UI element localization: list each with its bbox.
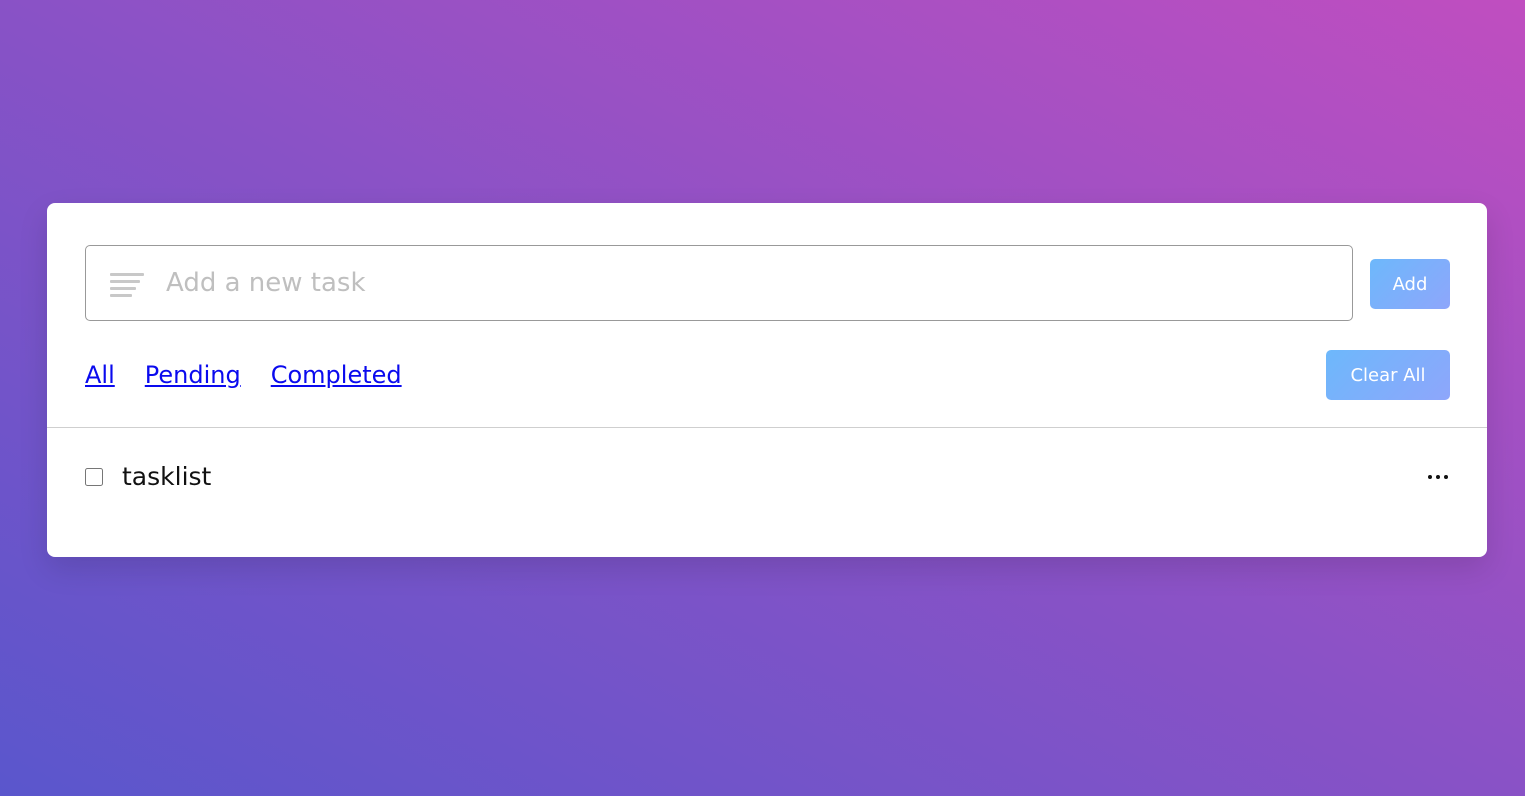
clear-all-button[interactable]: Clear All: [1326, 350, 1450, 400]
filter-pending-link[interactable]: Pending: [145, 357, 241, 393]
more-horizontal-icon[interactable]: [1428, 475, 1450, 481]
todo-card: Add All Pending Completed Clear All task…: [47, 203, 1487, 557]
task-name: tasklist: [122, 462, 212, 491]
filter-tabs: All Pending Completed: [85, 357, 402, 393]
filter-all-link[interactable]: All: [85, 357, 115, 393]
task-checkbox[interactable]: [85, 468, 103, 486]
menu-lines-icon: [110, 273, 144, 297]
add-button[interactable]: Add: [1370, 259, 1450, 309]
task-item: tasklist: [85, 457, 1450, 497]
task-input[interactable]: [166, 246, 1336, 320]
task-input-container[interactable]: [85, 245, 1353, 321]
filter-completed-link[interactable]: Completed: [271, 357, 402, 393]
divider: [47, 427, 1487, 428]
